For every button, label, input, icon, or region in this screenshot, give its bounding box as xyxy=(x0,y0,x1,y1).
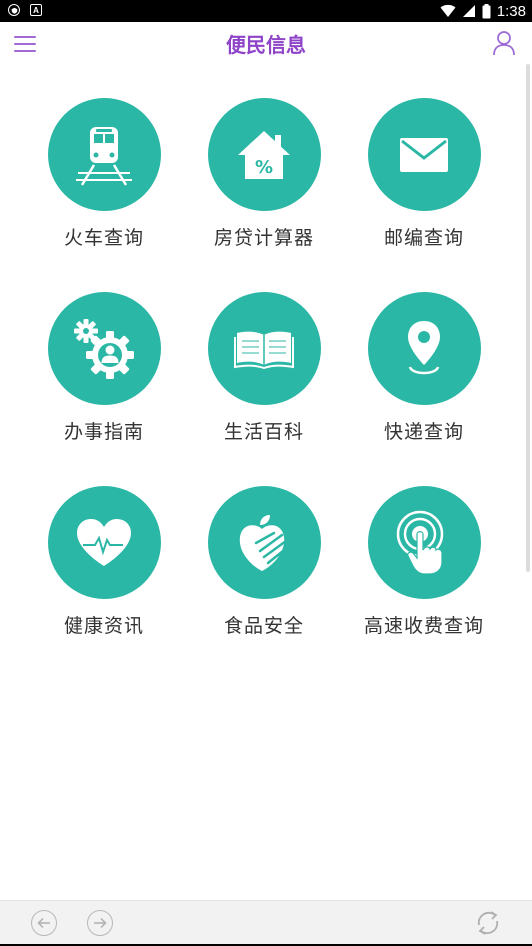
status-time: 1:38 xyxy=(496,2,526,20)
tile-label: 食品安全 xyxy=(223,615,304,637)
screen: A 1:38 便民信息 火车查询 % 房贷计算器 邮编查询 办事指南 生活百科 … xyxy=(0,0,532,946)
location-pin-icon xyxy=(408,320,440,374)
tile-highway-toll-query[interactable]: 高速收费查询 xyxy=(344,486,504,644)
tile-label: 火车查询 xyxy=(63,227,144,249)
tile-circle xyxy=(47,486,161,599)
tile-label: 办事指南 xyxy=(63,421,144,443)
tile-label: 生活百科 xyxy=(223,421,304,443)
forward-button[interactable] xyxy=(87,910,113,936)
tile-circle: % xyxy=(207,98,321,211)
tile-health-news[interactable]: 健康资讯 xyxy=(24,486,184,644)
user-icon xyxy=(493,31,515,56)
app-bar: 便民信息 xyxy=(0,22,532,64)
bottom-bar xyxy=(0,900,532,944)
svg-text:%: % xyxy=(255,157,273,178)
a-icon: A xyxy=(30,4,42,16)
tile-label: 健康资讯 xyxy=(63,615,144,637)
signal-icon xyxy=(462,5,475,17)
tile-express-query[interactable]: 快递查询 xyxy=(344,292,504,450)
shield-icon xyxy=(8,4,20,16)
tile-label: 高速收费查询 xyxy=(363,615,484,637)
forward-arrow-icon xyxy=(94,917,107,929)
gears-person-icon xyxy=(74,318,134,379)
tile-service-guide[interactable]: 办事指南 xyxy=(24,292,184,450)
service-grid: 火车查询 % 房贷计算器 邮编查询 办事指南 生活百科 快递查询 健康资讯 食品… xyxy=(24,98,506,644)
apple-hand-icon xyxy=(239,514,290,571)
status-bar: A 1:38 xyxy=(0,0,532,22)
house-percent-icon: % xyxy=(238,130,290,179)
tile-circle xyxy=(47,292,161,405)
page-title: 便民信息 xyxy=(226,33,306,57)
tile-mortgage-calculator[interactable]: % 房贷计算器 xyxy=(184,98,344,256)
tile-food-safety[interactable]: 食品安全 xyxy=(184,486,344,644)
tile-circle xyxy=(367,98,481,211)
tile-life-encyclopedia[interactable]: 生活百科 xyxy=(184,292,344,450)
tile-train-query[interactable]: 火车查询 xyxy=(24,98,184,256)
tile-circle xyxy=(367,486,481,599)
tile-circle xyxy=(47,98,161,211)
tile-circle xyxy=(367,292,481,405)
wifi-icon xyxy=(440,4,456,17)
user-button[interactable] xyxy=(492,30,516,56)
tile-label: 快递查询 xyxy=(383,421,464,443)
tile-circle xyxy=(207,486,321,599)
battery-icon xyxy=(482,3,491,18)
tile-circle xyxy=(207,292,321,405)
train-icon xyxy=(76,126,132,186)
back-arrow-icon xyxy=(37,917,50,929)
tile-label: 邮编查询 xyxy=(383,227,464,249)
scrollbar[interactable] xyxy=(526,64,530,572)
heart-pulse-icon xyxy=(77,518,131,566)
refresh-button[interactable] xyxy=(474,909,502,937)
tile-postcode-query[interactable]: 邮编查询 xyxy=(344,98,504,256)
refresh-icon xyxy=(477,911,499,935)
envelope-icon xyxy=(400,137,448,172)
tile-label: 房贷计算器 xyxy=(213,227,314,249)
back-button[interactable] xyxy=(31,910,57,936)
open-book-icon xyxy=(234,331,294,369)
touch-target-icon xyxy=(396,510,444,575)
